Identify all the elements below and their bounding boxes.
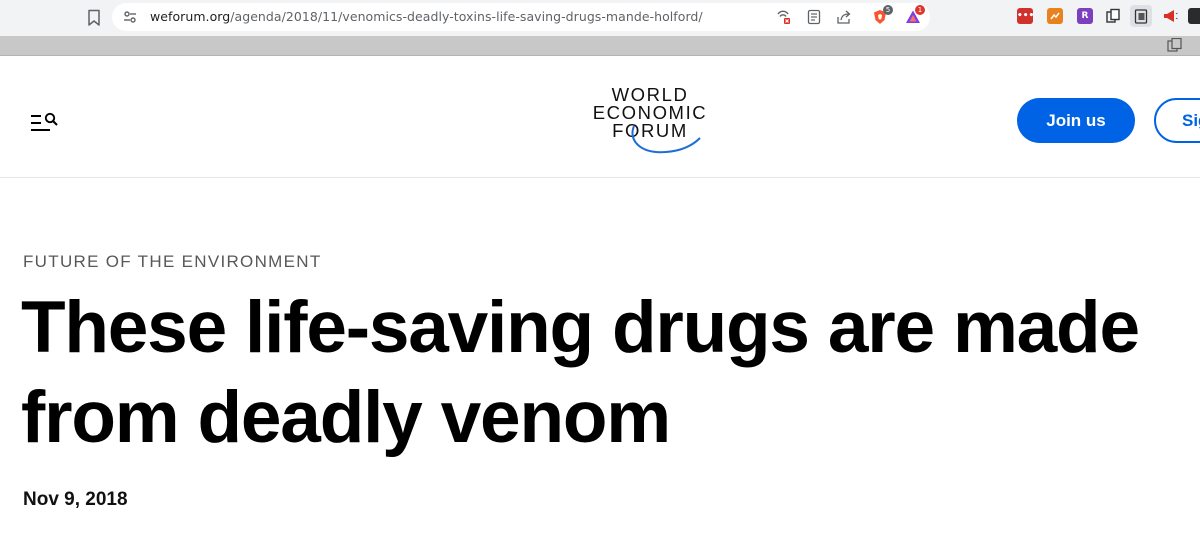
address-bar[interactable]: weforum.org/agenda/2018/11/venomics-dead…	[112, 3, 930, 31]
cast-blocked-icon[interactable]	[775, 9, 791, 25]
article-date: Nov 9, 2018	[23, 489, 128, 510]
purple-extension-icon[interactable]: R	[1077, 8, 1093, 24]
menu-search-button[interactable]	[26, 110, 66, 136]
site-header: WORLD ECONOMIC FORUM Join us Sign in	[0, 64, 1200, 178]
headline-line-1: These life-saving drugs are made	[21, 287, 1140, 368]
join-us-button[interactable]: Join us	[1017, 98, 1135, 143]
copy-extension-icon[interactable]	[1105, 8, 1121, 24]
rewards-count-badge: 1	[915, 5, 925, 15]
clipboard-extension-icon[interactable]	[1133, 8, 1149, 24]
topic-label[interactable]: FUTURE OF THE ENVIRONMENT	[23, 252, 322, 272]
browser-info-strip	[0, 36, 1200, 56]
orange-extension-icon[interactable]	[1047, 8, 1063, 24]
sign-in-button[interactable]: Sign in	[1154, 98, 1200, 143]
share-icon[interactable]	[836, 9, 852, 25]
red-extension-icon[interactable]: •••	[1017, 8, 1034, 24]
copy-link-icon[interactable]	[1167, 38, 1183, 52]
megaphone-extension-icon[interactable]	[1162, 8, 1178, 24]
extensions-menu-icon[interactable]	[1188, 8, 1200, 24]
shield-count-badge: 5	[883, 5, 893, 15]
logo-swoosh-icon	[631, 125, 701, 154]
url-text[interactable]: weforum.org/agenda/2018/11/venomics-dead…	[150, 9, 703, 24]
headline-line-2: from deadly venom	[21, 377, 671, 458]
site-info-icon[interactable]	[122, 9, 138, 25]
url-domain: weforum.org	[150, 9, 231, 24]
reader-mode-icon[interactable]	[806, 9, 822, 25]
browser-toolbar: weforum.org/agenda/2018/11/venomics-dead…	[0, 0, 1200, 36]
bookmark-icon[interactable]	[86, 9, 102, 27]
article-headline: These life-saving drugs are made from de…	[21, 283, 1200, 463]
wef-logo[interactable]: WORLD ECONOMIC FORUM	[580, 84, 720, 159]
url-path: /agenda/2018/11/venomics-deadly-toxins-l…	[230, 9, 703, 24]
